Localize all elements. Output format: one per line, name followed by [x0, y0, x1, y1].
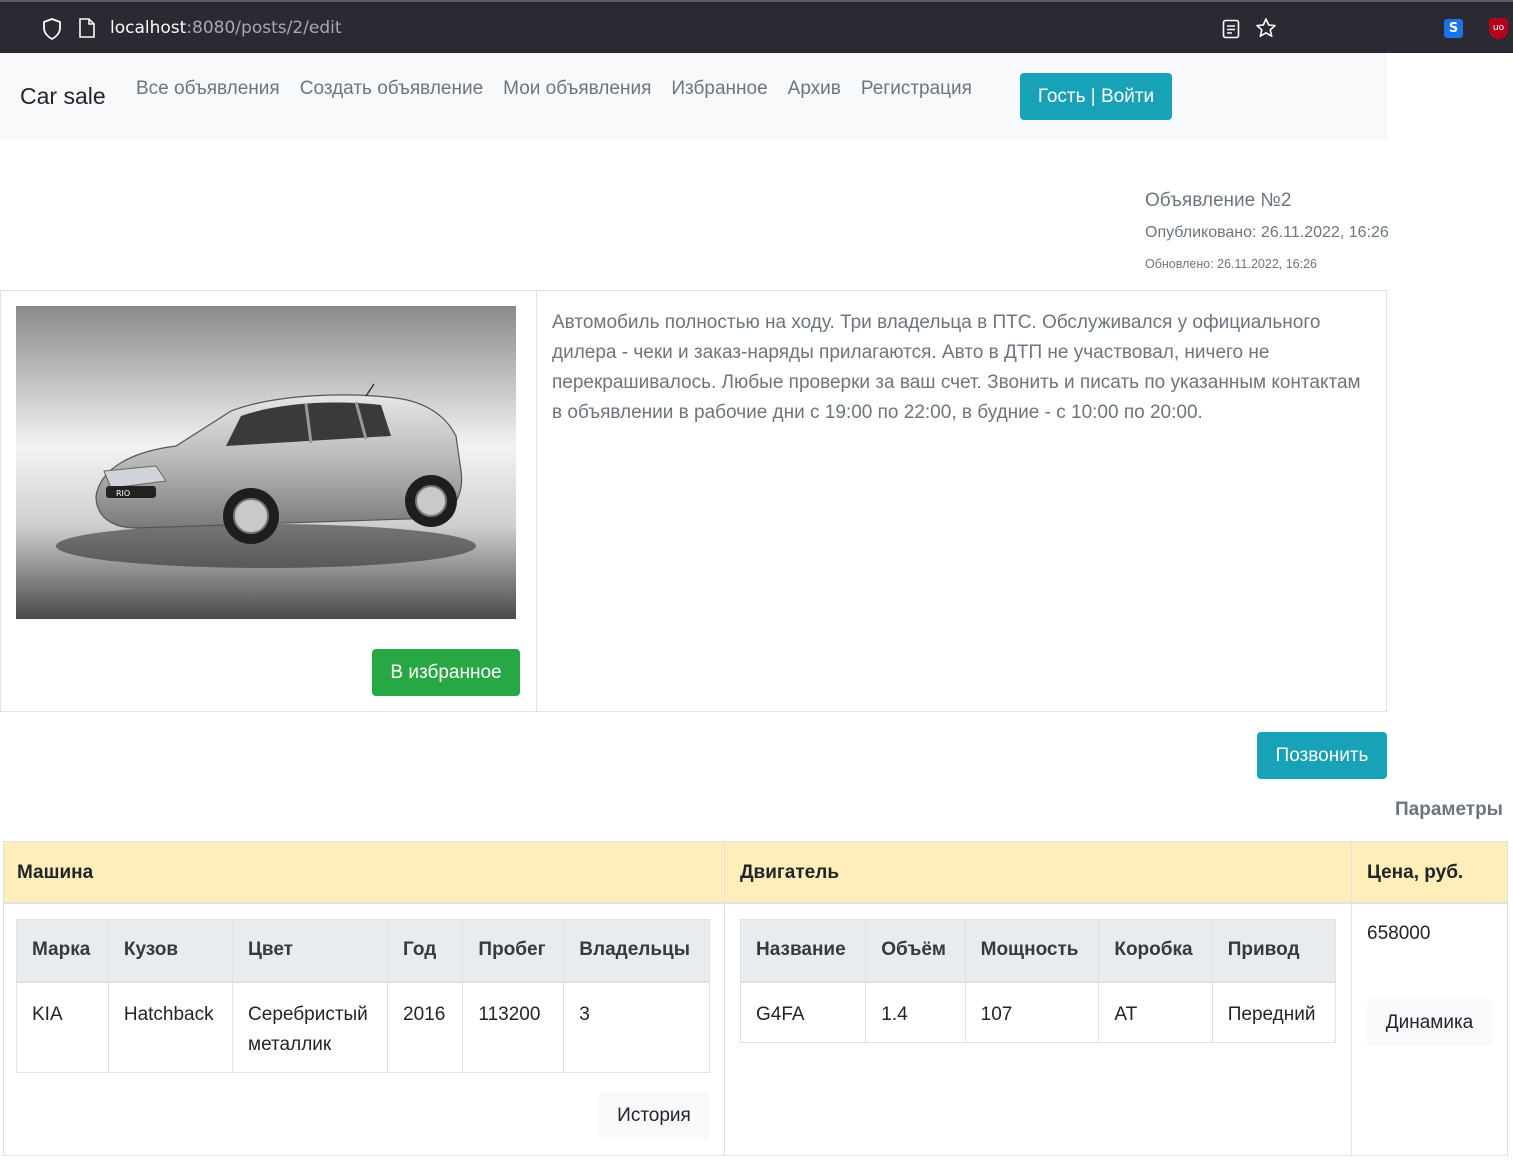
- nav-all-posts[interactable]: Все объявления: [136, 78, 280, 100]
- car-table: Марка Кузов Цвет Год Пробег Владельцы KI…: [16, 919, 710, 1073]
- card-divider: [536, 291, 537, 711]
- cell-gearbox: AT: [1098, 981, 1213, 1043]
- cell-year: 2016: [387, 981, 464, 1073]
- page-icon: [79, 18, 95, 38]
- column-header: Цвет: [232, 919, 389, 983]
- column-header: Привод: [1211, 919, 1337, 983]
- updated-date: Обновлено: 26.11.2022, 16:26: [1145, 257, 1317, 271]
- extension-s-icon[interactable]: S: [1444, 19, 1463, 38]
- reader-view-icon[interactable]: [1222, 19, 1240, 39]
- post-description: Автомобиль полностью на ходу. Три владел…: [552, 312, 1361, 423]
- cell-power: 107: [964, 981, 1100, 1043]
- column-header: Кузов: [107, 919, 234, 983]
- column-header: Владельцы: [563, 919, 710, 983]
- car-photo[interactable]: RIO: [16, 306, 516, 619]
- cell-mileage: 113200: [462, 981, 565, 1073]
- svg-text:RIO: RIO: [116, 489, 130, 498]
- column-header: Марка: [16, 919, 109, 983]
- nav-create-post[interactable]: Создать объявление: [300, 78, 483, 100]
- cell-color: Серебристый металлик: [232, 981, 389, 1073]
- nav-my-posts[interactable]: Мои объявления: [503, 78, 651, 100]
- column-header: Мощность: [964, 919, 1100, 983]
- nav-links: Все объявления Создать объявление Мои об…: [136, 78, 992, 100]
- header-engine: Двигатель: [740, 862, 839, 883]
- table-header-row: Марка Кузов Цвет Год Пробег Владельцы: [16, 919, 710, 983]
- nav-favorites[interactable]: Избранное: [671, 78, 767, 100]
- nav-archive[interactable]: Архив: [788, 78, 841, 100]
- login-button[interactable]: Гость | Войти: [1020, 73, 1172, 120]
- cell-body: Hatchback: [107, 981, 234, 1073]
- post-title: Объявление №2: [1145, 190, 1292, 211]
- ublock-icon[interactable]: uo: [1489, 18, 1508, 39]
- column-header: Объём: [865, 919, 966, 983]
- table-header-row: Название Объём Мощность Коробка Привод: [739, 919, 1337, 983]
- cell-volume: 1.4: [865, 981, 966, 1043]
- price-value: 658000: [1367, 923, 1431, 944]
- nav-registration[interactable]: Регистрация: [861, 78, 972, 100]
- params-table: Машина Двигатель Цена, руб. Марка Кузов …: [3, 841, 1508, 1156]
- column-divider: [1351, 842, 1352, 1155]
- cell-brand: KIA: [16, 981, 109, 1073]
- navbar: Car sale Все объявления Создать объявлен…: [0, 53, 1387, 140]
- published-date: Опубликовано: 26.11.2022, 16:26: [1145, 224, 1389, 241]
- brand-logo[interactable]: Car sale: [20, 83, 106, 110]
- cell-drive: Передний: [1211, 981, 1337, 1043]
- table-row: G4FA 1.4 107 AT Передний: [739, 981, 1337, 1043]
- column-header: Год: [387, 919, 464, 983]
- column-header: Коробка: [1098, 919, 1213, 983]
- post-card: RIO В избранное Автомобиль полностью на …: [0, 290, 1387, 712]
- params-header-row: Машина Двигатель Цена, руб.: [4, 842, 1507, 904]
- engine-table: Название Объём Мощность Коробка Привод G…: [739, 919, 1337, 1043]
- browser-toolbar: localhost:8080/posts/2/edit S uo: [0, 0, 1513, 53]
- cell-owners: 3: [563, 981, 710, 1073]
- column-header: Пробег: [462, 919, 565, 983]
- call-button[interactable]: Позвонить: [1257, 732, 1387, 779]
- table-row: KIA Hatchback Серебристый металлик 2016 …: [16, 981, 710, 1073]
- column-header: Название: [739, 919, 867, 983]
- header-price: Цена, руб.: [1367, 862, 1464, 883]
- add-to-favorites-button[interactable]: В избранное: [372, 649, 520, 696]
- cell-engine-name: G4FA: [739, 981, 867, 1043]
- address-bar[interactable]: localhost:8080/posts/2/edit: [110, 18, 342, 38]
- column-divider: [724, 842, 725, 1155]
- bookmark-star-icon[interactable]: [1255, 17, 1277, 39]
- history-button[interactable]: История: [599, 1092, 709, 1139]
- header-car: Машина: [17, 862, 94, 883]
- price-dynamics-button[interactable]: Динамика: [1367, 999, 1492, 1046]
- params-caption: Параметры: [1395, 799, 1503, 820]
- shield-icon[interactable]: [42, 18, 62, 40]
